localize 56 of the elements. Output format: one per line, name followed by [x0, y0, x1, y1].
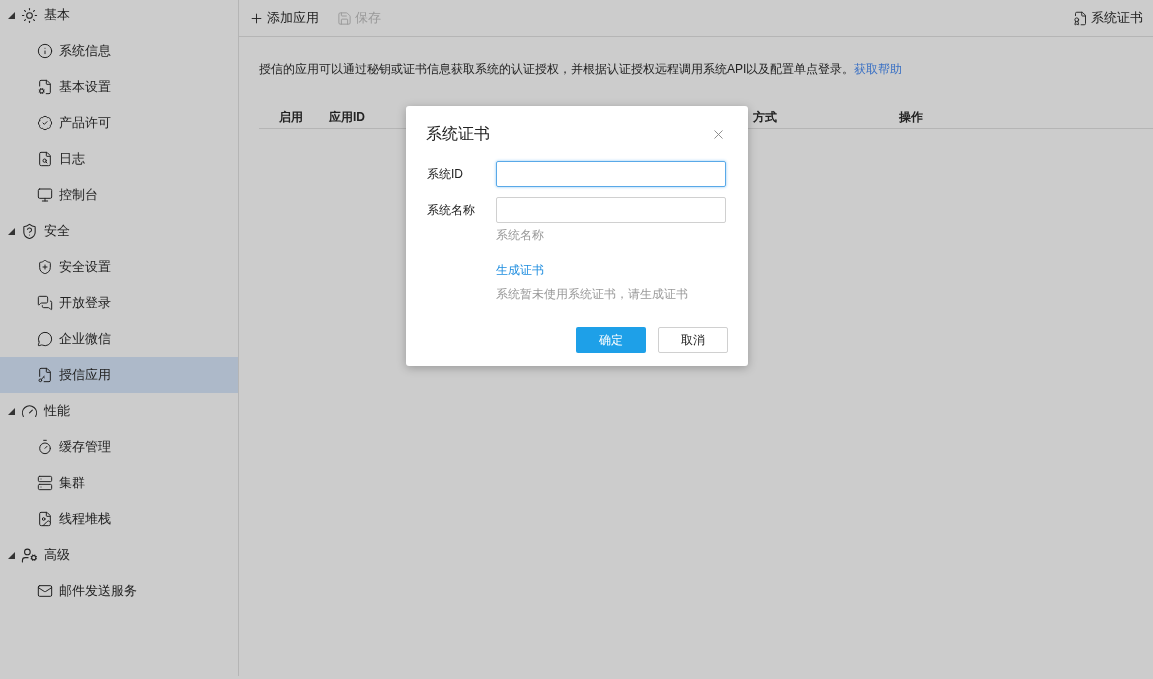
- certificate-note: 系统暂未使用系统证书，请生成证书: [496, 286, 688, 303]
- sidebar-item[interactable]: 企业微信: [0, 321, 238, 357]
- mail-icon: [37, 583, 53, 599]
- document-key-icon: [37, 367, 53, 383]
- dialog-title: 系统证书: [426, 124, 490, 144]
- cancel-button[interactable]: 取消: [658, 327, 728, 353]
- sidebar-item[interactable]: 日志: [0, 141, 238, 177]
- sidebar-item[interactable]: 安全设置: [0, 249, 238, 285]
- log-search-icon: [37, 151, 53, 167]
- description-text: 授信的应用可以通过秘钥或证书信息获取系统的认证授权，并根据认证授权远程调用系统API以及配置单点登录。获取帮助: [259, 61, 904, 78]
- caret-icon: [8, 407, 15, 415]
- chat-bubble-icon: [37, 331, 53, 347]
- save-icon: [337, 10, 352, 26]
- certificate-icon: [1073, 10, 1088, 26]
- column-header: 应用ID: [329, 109, 365, 124]
- sidebar-group[interactable]: 高级: [0, 537, 238, 573]
- sun-icon: [21, 6, 38, 24]
- caret-icon: [8, 11, 15, 19]
- column-header: 操作: [899, 109, 923, 124]
- certificate-button[interactable]: 系统证书: [1073, 8, 1143, 28]
- column-header: 方式: [753, 109, 777, 124]
- shield-plus-icon: [37, 259, 53, 275]
- sidebar-group[interactable]: 性能: [0, 393, 238, 429]
- info-icon: [37, 43, 53, 59]
- timer-icon: [37, 439, 53, 455]
- shield-icon: [21, 222, 38, 240]
- sidebar-group[interactable]: 基本: [0, 0, 238, 33]
- sidebar-item[interactable]: 集群: [0, 465, 238, 501]
- input-field[interactable]: [496, 197, 726, 223]
- field-label: 系统名称: [426, 202, 476, 219]
- toolbar-button[interactable]: 添加应用: [249, 8, 319, 28]
- sidebar-item[interactable]: 基本设置: [0, 69, 238, 105]
- field-hint: 系统名称: [496, 227, 545, 244]
- sidebar-item[interactable]: 开放登录: [0, 285, 238, 321]
- sidebar-group[interactable]: 安全: [0, 213, 238, 249]
- sidebar-item[interactable]: 产品许可: [0, 105, 238, 141]
- generate-certificate-link[interactable]: 生成证书: [496, 261, 544, 279]
- settings-icon: [37, 79, 53, 95]
- chat-bubbles-icon: [37, 295, 53, 311]
- column-header: 启用: [279, 109, 303, 124]
- server-icon: [37, 475, 53, 491]
- input-field[interactable]: [496, 161, 726, 187]
- sidebar-item[interactable]: 系统信息: [0, 33, 238, 69]
- badge-icon: [37, 115, 53, 131]
- monitor-icon: [37, 187, 53, 203]
- caret-icon: [8, 551, 15, 559]
- sidebar-item[interactable]: 授信应用: [0, 357, 238, 393]
- sidebar-item[interactable]: 控制台: [0, 177, 238, 213]
- sidebar-item[interactable]: 线程堆栈: [0, 501, 238, 537]
- gauge-icon: [21, 402, 38, 420]
- field-label: 系统ID: [426, 166, 464, 183]
- sidebar-item[interactable]: 邮件发送服务: [0, 573, 238, 609]
- caret-icon: [8, 227, 15, 235]
- user-gear-icon: [21, 546, 38, 564]
- plus-icon: [249, 10, 264, 26]
- sidebar-item[interactable]: 缓存管理: [0, 429, 238, 465]
